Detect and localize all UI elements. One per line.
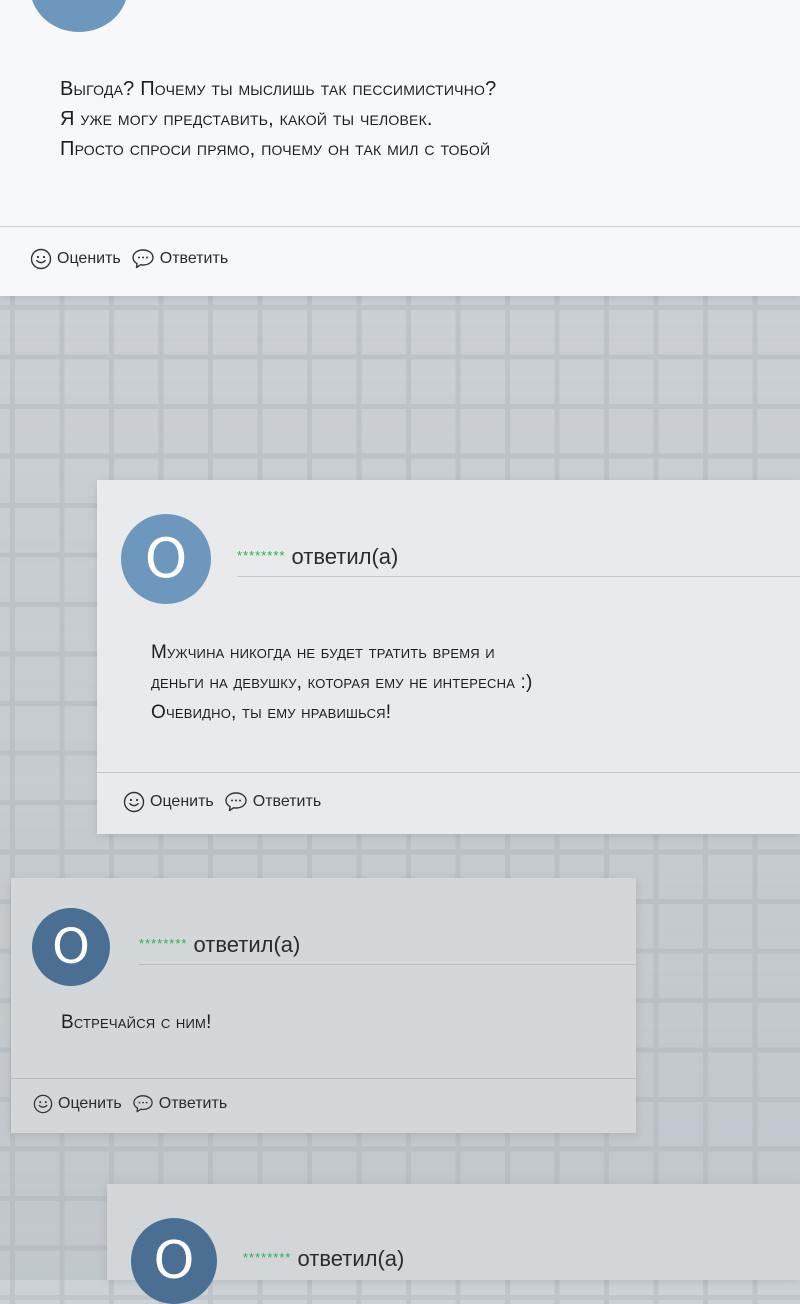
comment-line: Я уже могу представить, какой ты человек…: [60, 108, 433, 130]
speech-bubble-icon: [225, 792, 247, 812]
rate-button[interactable]: Оценить: [33, 1094, 122, 1114]
avatar[interactable]: O: [121, 514, 211, 604]
rate-button[interactable]: Оценить: [30, 248, 121, 270]
smiley-icon: [30, 248, 52, 270]
reply-button[interactable]: Ответить: [224, 791, 321, 813]
avatar[interactable]: O: [131, 1218, 217, 1304]
smiley-icon: [123, 791, 145, 813]
reply-line: Мужчина никогда не будет тратить время и: [151, 642, 495, 663]
rate-label: Оценить: [150, 793, 214, 810]
speech-bubble-icon: [133, 1095, 153, 1113]
comment-card-top: Выгода? Почему ты мыслишь так пессимисти…: [0, 0, 800, 296]
avatar[interactable]: [30, 0, 128, 32]
reply-line: Очевидно, ты ему нравишься!: [151, 702, 392, 723]
reply-card: O ******** ответил(а) Встречайся с ним! …: [11, 878, 636, 1133]
replied-label: ответил(а): [297, 1246, 405, 1271]
avatar[interactable]: O: [32, 908, 110, 986]
rate-label: Оценить: [58, 1095, 122, 1112]
reply-label: Ответить: [252, 793, 322, 810]
divider: [0, 226, 800, 227]
user-name[interactable]: ********: [237, 548, 285, 563]
reply-header: ******** ответил(а): [243, 1246, 404, 1272]
replied-label: ответил(а): [291, 544, 399, 569]
comment-line: Просто спроси прямо, почему он так мил с…: [60, 138, 491, 160]
divider: [237, 576, 800, 577]
reply-line: деньги на девушку, которая ему не интере…: [151, 672, 533, 693]
reply-label: Ответить: [158, 1095, 228, 1112]
reply-card: O ******** ответил(а) Мужчина никогда не…: [97, 480, 800, 834]
reply-header: ******** ответил(а): [237, 544, 398, 570]
reply-card: O ******** ответил(а): [107, 1184, 800, 1304]
reply-button[interactable]: Ответить: [132, 1094, 227, 1114]
user-name[interactable]: ********: [139, 936, 187, 951]
reply-text: Встречайся с ним!: [61, 1008, 212, 1038]
comment-text: Выгода? Почему ты мыслишь так пессимисти…: [60, 74, 496, 164]
user-name[interactable]: ********: [243, 1250, 291, 1265]
divider: [11, 1078, 636, 1079]
comment-actions: Оценить Ответить: [30, 248, 238, 270]
reply-line: Встречайся с ним!: [61, 1012, 212, 1033]
divider: [139, 964, 636, 965]
reply-button[interactable]: Ответить: [131, 248, 228, 270]
reply-text: Мужчина никогда не будет тратить время и…: [151, 638, 533, 728]
divider: [97, 772, 800, 773]
replied-label: ответил(а): [193, 932, 301, 957]
comment-line: Выгода? Почему ты мыслишь так пессимисти…: [60, 78, 497, 100]
rate-label: Оценить: [57, 250, 121, 267]
rate-button[interactable]: Оценить: [123, 791, 214, 813]
speech-bubble-icon: [132, 249, 154, 269]
reply-label: Ответить: [159, 250, 229, 267]
reply-actions: Оценить Ответить: [123, 791, 331, 813]
smiley-icon: [33, 1094, 53, 1114]
reply-header: ******** ответил(а): [139, 932, 300, 958]
reply-actions: Оценить Ответить: [33, 1094, 237, 1114]
